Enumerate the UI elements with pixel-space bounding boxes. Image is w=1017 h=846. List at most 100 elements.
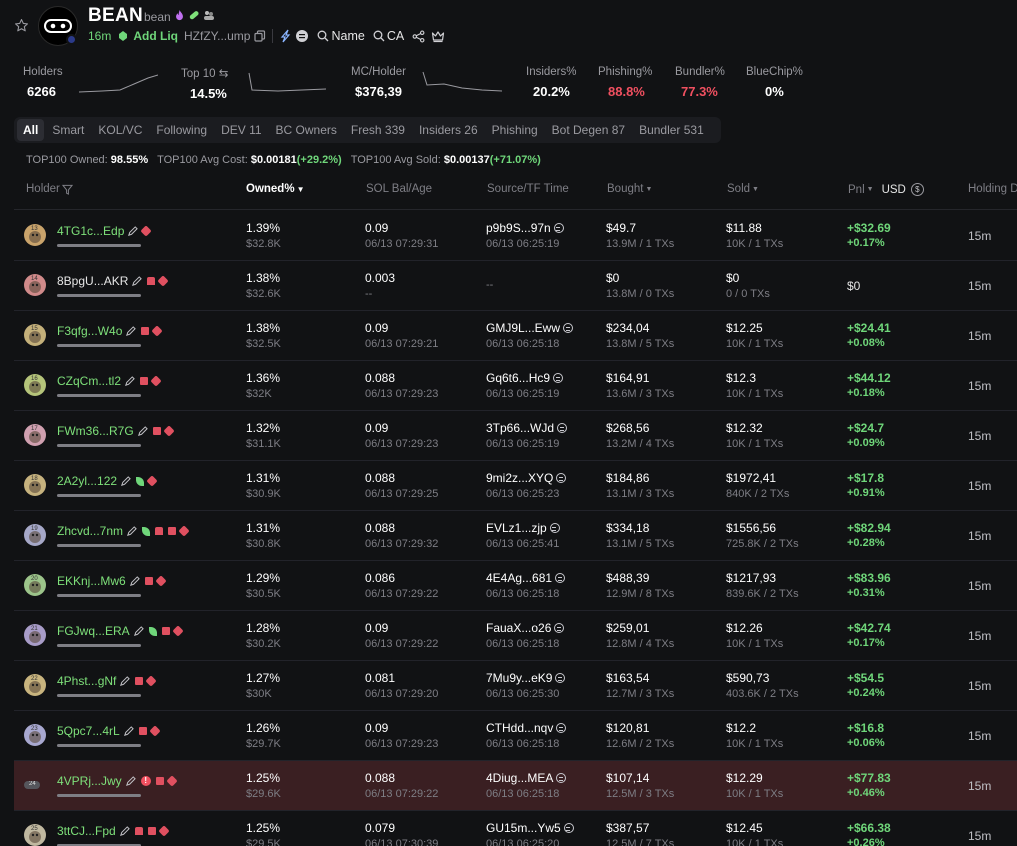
edit-icon[interactable] bbox=[124, 375, 135, 387]
table-row[interactable]: 15 F3qfg...W4o 1.38% $32.5K 0.09 06/13 07:29:… bbox=[14, 311, 1017, 361]
tab-kol-vc[interactable]: KOL/VC bbox=[92, 119, 148, 141]
holder-address[interactable]: 2A2yl...122 bbox=[57, 474, 117, 488]
holder-address[interactable]: FGJwq...ERA bbox=[57, 624, 130, 638]
source-address[interactable]: 4Diug...MEA bbox=[486, 771, 567, 785]
holder-address[interactable]: 3ttCJ...Fpd bbox=[57, 824, 116, 838]
edit-icon[interactable] bbox=[126, 525, 137, 537]
solscan-icon[interactable] bbox=[553, 373, 564, 383]
pnl-usd: +$82.94 bbox=[847, 521, 891, 535]
source-address[interactable]: 7Mu9y...eK9 bbox=[486, 671, 566, 685]
solscan-icon[interactable] bbox=[554, 623, 565, 633]
source-address[interactable]: Gq6t6...Hc9 bbox=[486, 371, 564, 385]
solscan-icon[interactable] bbox=[553, 223, 564, 233]
source-address[interactable]: 3Tp66...WJd bbox=[486, 421, 568, 435]
col-sol[interactable]: SOL Bal/Age bbox=[366, 183, 432, 195]
edit-icon[interactable] bbox=[127, 225, 139, 237]
search-icon[interactable] bbox=[317, 30, 329, 42]
search-icon[interactable] bbox=[373, 30, 385, 42]
edit-icon[interactable] bbox=[123, 725, 134, 737]
table-row[interactable]: 21 FGJwq...ERA 1.28% $30.2K 0.09 06/13 07:29:… bbox=[14, 611, 1017, 661]
solscan-icon[interactable] bbox=[563, 323, 574, 333]
dollar-circle-icon[interactable]: $ bbox=[910, 183, 924, 196]
table-row[interactable]: 19 Zhcvd...7nm 1.31% $30.8K 0.088 06/13 07:29… bbox=[14, 511, 1017, 561]
favorite-star-icon[interactable] bbox=[11, 15, 31, 35]
table-row[interactable]: 14 8BpgU...AKR 1.38% $32.6K 0.003 -- -- $0 13.8M… bbox=[14, 261, 1017, 311]
holding-duration: 15m bbox=[968, 529, 992, 543]
edit-icon[interactable] bbox=[131, 275, 143, 287]
swap-icon[interactable]: ⇆ bbox=[219, 68, 229, 80]
edit-icon[interactable] bbox=[119, 825, 130, 837]
col-holding[interactable]: Holding D bbox=[968, 183, 1017, 195]
source-address[interactable]: 4E4Ag...681 bbox=[486, 571, 566, 585]
solscan-icon[interactable] bbox=[557, 423, 568, 433]
source-address[interactable]: EVLz1...zjp bbox=[486, 521, 560, 535]
crown-icon[interactable] bbox=[431, 30, 445, 43]
edit-icon[interactable] bbox=[120, 475, 131, 487]
currency-toggle[interactable]: USD bbox=[882, 184, 906, 196]
holder-address[interactable]: 5Qpc7...4rL bbox=[57, 724, 120, 738]
contract-address[interactable]: HZfZY...ump bbox=[184, 29, 250, 43]
edit-icon[interactable] bbox=[129, 575, 140, 587]
edit-icon[interactable] bbox=[133, 625, 144, 637]
tab-bc-owners[interactable]: BC Owners bbox=[270, 119, 343, 141]
search-ca-link[interactable]: CA bbox=[387, 29, 404, 43]
share-icon[interactable] bbox=[412, 30, 425, 43]
source-address[interactable]: GMJ9L...Eww bbox=[486, 321, 574, 335]
holder-address[interactable]: F3qfg...W4o bbox=[57, 324, 122, 338]
tab-all[interactable]: All bbox=[17, 119, 45, 141]
tab-phishing[interactable]: Phishing bbox=[486, 119, 544, 141]
solscan-icon[interactable] bbox=[555, 673, 566, 683]
table-row[interactable]: 23 5Qpc7...4rL 1.26% $29.7K 0.09 06/13 07:29:… bbox=[14, 711, 1017, 761]
source-address[interactable]: CTHdd...nqv bbox=[486, 721, 567, 735]
solscan-icon[interactable] bbox=[556, 473, 567, 483]
pump-icon[interactable] bbox=[279, 29, 291, 43]
source-address[interactable]: GU15m...Yw5 bbox=[486, 821, 574, 835]
holder-address[interactable]: EKKnj...Mw6 bbox=[57, 574, 126, 588]
tab-bot-degen[interactable]: Bot Degen 87 bbox=[546, 119, 631, 141]
col-bought[interactable]: Bought ▼ bbox=[607, 183, 652, 195]
table-row[interactable]: 18 2A2yl...122 1.31% $30.9K 0.088 06/13 07:29… bbox=[14, 461, 1017, 511]
source-address[interactable]: FauaX...o26 bbox=[486, 621, 565, 635]
holder-address[interactable]: 4Phst...gNf bbox=[57, 674, 116, 688]
col-sold[interactable]: Sold ▼ bbox=[727, 183, 759, 195]
tab-fresh[interactable]: Fresh 339 bbox=[345, 119, 411, 141]
edit-icon[interactable] bbox=[119, 675, 131, 687]
table-row[interactable]: 13 4TG1c...Edp 1.39% $32.8K 0.09 06/13 07:29:… bbox=[14, 211, 1017, 261]
add-liq-link[interactable]: Add Liq bbox=[133, 29, 178, 43]
tab-following[interactable]: Following bbox=[150, 119, 213, 141]
search-name-link[interactable]: Name bbox=[331, 29, 364, 43]
table-row[interactable]: 20 EKKnj...Mw6 1.29% $30.5K 0.086 06/13 07:29… bbox=[14, 561, 1017, 611]
col-pnl[interactable]: Pnl ▼ USD $ bbox=[848, 183, 924, 196]
solscan-icon[interactable] bbox=[555, 573, 566, 583]
solscan-icon[interactable] bbox=[556, 723, 567, 733]
edit-icon[interactable] bbox=[137, 425, 148, 437]
holder-address[interactable]: 4VPRj...Jwy bbox=[57, 774, 122, 788]
menu-circle-icon[interactable] bbox=[295, 29, 309, 43]
holder-address[interactable]: 8BpgU...AKR bbox=[57, 274, 128, 288]
table-row[interactable]: 24 4VPRj...Jwy! 1.25% $29.6K 0.088 06/13 07:2… bbox=[14, 761, 1017, 811]
edit-icon[interactable] bbox=[125, 325, 137, 337]
edit-icon[interactable] bbox=[125, 775, 136, 787]
holder-address[interactable]: FWm36...R7G bbox=[57, 424, 134, 438]
tab-insiders[interactable]: Insiders 26 bbox=[413, 119, 484, 141]
copy-icon[interactable] bbox=[254, 30, 266, 42]
solscan-icon[interactable] bbox=[556, 773, 567, 783]
holder-address[interactable]: CZqCm...tl2 bbox=[57, 374, 121, 388]
col-holder[interactable]: Holder bbox=[26, 183, 73, 195]
col-owned[interactable]: Owned% ▼ bbox=[246, 183, 304, 195]
tab-dev[interactable]: DEV 11 bbox=[215, 119, 267, 141]
holder-address[interactable]: Zhcvd...7nm bbox=[57, 524, 123, 538]
source-address[interactable]: p9b9S...97n bbox=[486, 221, 564, 235]
table-row[interactable]: 22 4Phst...gNf 1.27% $30K 0.081 06/13 07:29:2… bbox=[14, 661, 1017, 711]
tab-smart[interactable]: Smart bbox=[46, 119, 90, 141]
solscan-icon[interactable] bbox=[549, 523, 560, 533]
table-row[interactable]: 16 CZqCm...tl2 1.36% $32K 0.088 06/13 07:29:2… bbox=[14, 361, 1017, 411]
solscan-icon[interactable] bbox=[563, 823, 574, 833]
filter-icon[interactable] bbox=[61, 184, 73, 195]
tab-bundler[interactable]: Bundler 531 bbox=[633, 119, 710, 141]
source-address[interactable]: 9mi2z...XYQ bbox=[486, 471, 567, 485]
table-row[interactable]: 17 FWm36...R7G 1.32% $31.1K 0.09 06/13 07:29:… bbox=[14, 411, 1017, 461]
holder-address[interactable]: 4TG1c...Edp bbox=[57, 224, 124, 238]
col-source[interactable]: Source/TF Time bbox=[487, 183, 569, 195]
table-row[interactable]: 25 3ttCJ...Fpd 1.25% $29.5K 0.079 06/13 07:30… bbox=[14, 811, 1017, 846]
